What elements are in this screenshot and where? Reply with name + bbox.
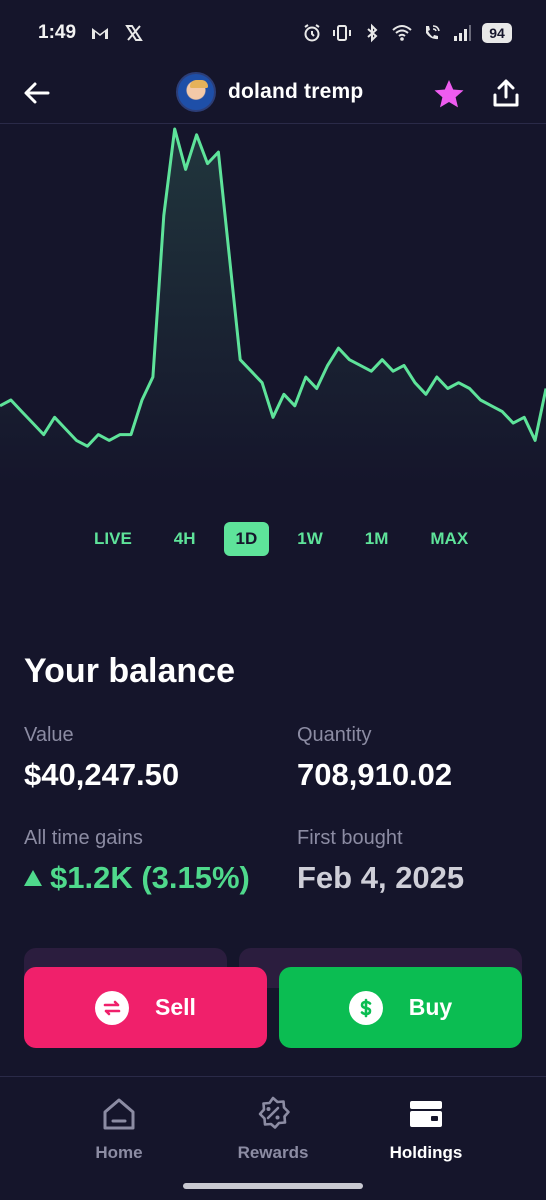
nav-holdings[interactable]: Holdings: [366, 1095, 486, 1163]
avatar: [176, 72, 216, 112]
wallet-icon: [410, 1101, 442, 1127]
battery-indicator: 94: [482, 23, 512, 43]
wifi-icon: [392, 25, 412, 41]
nav-home-label: Home: [95, 1143, 143, 1162]
value-amount: $40,247.50: [24, 757, 180, 792]
dollar-icon: [348, 990, 383, 1025]
value-stat: Value $40,247.50: [24, 724, 179, 793]
range-tab-max[interactable]: MAX: [416, 522, 482, 556]
nav-holdings-label: Holdings: [389, 1143, 463, 1162]
nav-home[interactable]: Home: [59, 1095, 179, 1163]
first-bought-stat: First bought Feb 4, 2025: [297, 827, 464, 896]
rewards-icon: [258, 1096, 290, 1129]
first-bought-label: First bought: [297, 827, 403, 849]
price-area-fill: [0, 129, 546, 485]
gains-amount: $1.2K (3.15%): [24, 860, 250, 896]
value-label: Value: [24, 724, 74, 746]
quantity-amount: 708,910.02: [297, 757, 453, 792]
home-indicator: [183, 1183, 363, 1189]
signal-icon: [454, 25, 471, 41]
buy-button[interactable]: Buy: [279, 967, 522, 1048]
gains-label: All time gains: [24, 827, 143, 849]
alarm-icon: [304, 24, 320, 42]
status-bar: 1:49 94: [0, 0, 546, 66]
sell-label: Sell: [155, 994, 196, 1020]
quantity-label: Quantity: [297, 724, 372, 746]
triangle-up-icon: [24, 870, 42, 886]
x-icon: [125, 25, 143, 41]
vibrate-icon: [333, 25, 351, 41]
star-icon[interactable]: [432, 78, 466, 110]
gains-value: $1.2K (3.15%): [50, 860, 250, 895]
page-title: doland tremp: [228, 80, 364, 103]
gmail-icon: [92, 28, 109, 39]
quantity-stat: Quantity 708,910.02: [297, 724, 452, 793]
token-title: doland tremp: [176, 72, 363, 112]
range-tab-1m[interactable]: 1M: [351, 522, 403, 556]
time-range-tabs: LIVE 4H 1D 1W 1M MAX: [80, 521, 496, 557]
top-app-bar: doland tremp: [0, 66, 546, 124]
nav-rewards[interactable]: Rewards: [213, 1095, 333, 1163]
arrow-left-icon[interactable]: [22, 78, 52, 108]
range-tab-live[interactable]: LIVE: [80, 522, 146, 556]
wifi-calling-icon: [426, 25, 440, 40]
nav-rewards-label: Rewards: [237, 1143, 309, 1162]
status-time: 1:49: [38, 22, 77, 43]
range-tab-1d[interactable]: 1D: [223, 522, 270, 556]
bottom-nav: Home Rewards Holdings: [0, 1076, 546, 1200]
sell-button[interactable]: Sell: [24, 967, 267, 1048]
range-tab-1w[interactable]: 1W: [283, 522, 337, 556]
first-bought-date: Feb 4, 2025: [297, 860, 465, 895]
buy-label: Buy: [408, 994, 453, 1020]
swap-icon: [95, 990, 130, 1025]
home-icon: [103, 1098, 135, 1130]
balance-heading: Your balance: [24, 652, 235, 690]
share-icon[interactable]: [492, 78, 520, 108]
bluetooth-icon: [367, 23, 378, 43]
price-chart[interactable]: [0, 125, 546, 485]
gains-stat: All time gains $1.2K (3.15%): [24, 827, 250, 896]
range-tab-4h[interactable]: 4H: [160, 522, 210, 556]
